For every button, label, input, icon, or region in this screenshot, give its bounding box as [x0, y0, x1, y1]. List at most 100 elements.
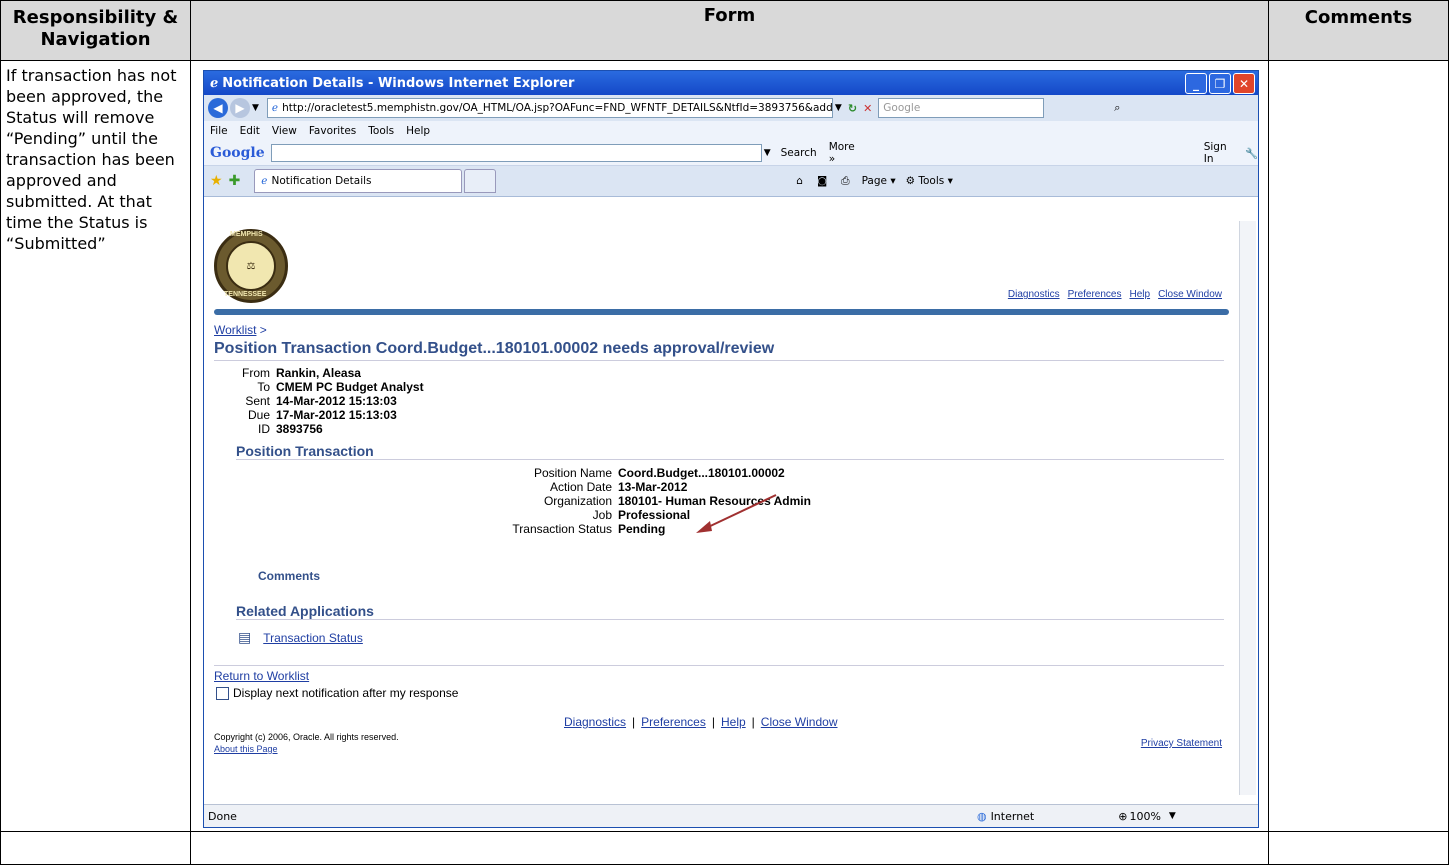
footer-links: Diagnostics | Preferences | Help | Close…: [564, 715, 838, 729]
seal-bottom-text: TENNESSEE: [224, 291, 267, 298]
empty-row-cell-3: [1268, 831, 1449, 865]
return-to-worklist-link[interactable]: Return to Worklist: [214, 669, 309, 683]
footer-link-diagnostics[interactable]: Diagnostics: [564, 715, 626, 729]
notification-fields: From Rankin, Aleasa To CMEM PC Budget Anal…: [214, 366, 424, 436]
page-title: Position Transaction Coord.Budget...1801…: [214, 340, 1224, 361]
new-tab-button[interactable]: [464, 169, 497, 193]
next-notification-label: Display next notification after my respo…: [233, 686, 459, 700]
menu-edit[interactable]: Edit: [240, 125, 260, 137]
top-link-preferences[interactable]: Preferences: [1068, 289, 1122, 300]
top-link-close-window[interactable]: Close Window: [1158, 289, 1222, 300]
header-band: [214, 309, 1229, 315]
status-text: Done: [208, 809, 237, 823]
breadcrumb-sep: >: [259, 323, 267, 337]
menu-view[interactable]: View: [272, 125, 297, 137]
page-menu[interactable]: Page ▾: [862, 175, 896, 187]
pt-position-name: Position Name Coord.Budget...180101.00002: [533, 466, 785, 480]
title-bar: ℯ Notification Details - Windows Interne…: [204, 71, 1258, 95]
google-logo: Google: [210, 145, 265, 161]
menu-help[interactable]: Help: [406, 125, 430, 137]
zoom-level[interactable]: 100%: [1129, 810, 1160, 823]
menu-favorites[interactable]: Favorites: [309, 125, 356, 137]
tools-menu[interactable]: ⚙ Tools ▾: [906, 175, 953, 187]
breadcrumb-worklist[interactable]: Worklist: [214, 323, 256, 337]
window-title: Notification Details - Windows Internet …: [222, 75, 575, 91]
globe-icon: ◍: [976, 809, 987, 823]
footer-sep-1: |: [632, 715, 636, 729]
google-more-button[interactable]: More »: [829, 141, 864, 165]
forward-button[interactable]: ▶: [230, 98, 250, 118]
comments-link[interactable]: Comments: [258, 569, 320, 583]
header-comments: Comments: [1268, 0, 1449, 61]
search-input[interactable]: Google: [878, 98, 1045, 118]
google-search-input[interactable]: [270, 144, 762, 162]
seal-center-icon: ⚖: [226, 241, 276, 291]
back-button[interactable]: ◀: [208, 98, 228, 118]
privacy-statement-link[interactable]: Privacy Statement: [1141, 738, 1222, 749]
related-app-row: ▤ Transaction Status: [238, 629, 363, 646]
empty-row-cell-1: [0, 831, 191, 865]
zone-label: Internet: [990, 809, 1035, 823]
footer-link-preferences[interactable]: Preferences: [641, 715, 706, 729]
print-icon[interactable]: ⎙: [841, 175, 849, 188]
url-dropdown-icon[interactable]: ▼: [835, 103, 842, 113]
favorites-star-icon[interactable]: ★: [210, 173, 223, 189]
address-bar: ◀ ▶ ▼ ℯ http://oracletest5.memphistn.gov/…: [204, 95, 1258, 121]
footer-sep-3: |: [751, 715, 755, 729]
menu-tools[interactable]: Tools: [368, 125, 394, 137]
header-responsibility: Responsibility & Navigation: [0, 0, 191, 61]
refresh-icon[interactable]: ↻: [848, 102, 857, 115]
section-related-applications: Related Applications: [236, 603, 1224, 620]
sign-in-link[interactable]: Sign In: [1204, 141, 1239, 165]
add-favorites-icon[interactable]: ✚: [229, 173, 241, 189]
maximize-button[interactable]: ❐: [1209, 73, 1231, 94]
dropdown-icon[interactable]: ▼: [252, 103, 259, 113]
tab-ie-icon: ℯ: [261, 175, 268, 187]
search-icon[interactable]: ⌕: [1114, 101, 1120, 115]
footer-sep-2: |: [711, 715, 715, 729]
empty-row-cell-2: [190, 831, 1269, 865]
google-toolbar: Google ▼ Search More » Sign In 🔧: [204, 141, 1258, 166]
footer-link-help[interactable]: Help: [721, 715, 746, 729]
zoom-icon[interactable]: ⊕: [1118, 810, 1127, 823]
url-input[interactable]: ℯ http://oracletest5.memphistn.gov/OA_HTM…: [266, 98, 833, 118]
nav-description: If transaction has not been approved, th…: [0, 60, 191, 832]
document-icon: ▤: [238, 629, 252, 645]
wrench-icon[interactable]: 🔧: [1245, 147, 1258, 160]
field-id: ID 3893756: [258, 422, 323, 436]
copyright-text: Copyright (c) 2006, Oracle. All rights r…: [214, 732, 399, 742]
about-page-link[interactable]: About this Page: [214, 744, 278, 754]
section-position-transaction: Position Transaction: [236, 443, 1224, 460]
page-content: ⚖ MEMPHIS TENNESSEE Diagnostics Preferen…: [208, 221, 1238, 795]
comments-cell: [1268, 60, 1449, 832]
next-notification-row: Display next notification after my respo…: [216, 686, 458, 700]
page-icon: ℯ: [271, 102, 279, 114]
stop-icon[interactable]: ✕: [863, 102, 872, 115]
google-dropdown-icon[interactable]: ▼: [764, 148, 771, 158]
menu-bar: File Edit View Favorites Tools Help: [204, 121, 1258, 141]
menu-file[interactable]: File: [210, 125, 228, 137]
top-link-help[interactable]: Help: [1130, 289, 1151, 300]
breadcrumb: Worklist >: [214, 323, 267, 337]
next-notification-checkbox[interactable]: [216, 686, 229, 700]
home-icon[interactable]: ⌂: [796, 175, 803, 187]
transaction-status-link[interactable]: Transaction Status: [263, 631, 363, 645]
zoom-dropdown-icon[interactable]: ▼: [1169, 811, 1176, 821]
feeds-icon[interactable]: ◙: [817, 175, 827, 187]
ie-icon: ℯ: [210, 75, 219, 91]
return-divider: [214, 665, 1224, 666]
status-bar: Done ◍ Internet ⊕ 100% ▼: [204, 804, 1258, 827]
footer-link-close-window[interactable]: Close Window: [761, 715, 838, 729]
tab-bar: ★ ✚ ℯ Notification Details ⌂ ◙ ⎙ Page ▾ ⚙…: [204, 166, 1258, 197]
top-link-diagnostics[interactable]: Diagnostics: [1008, 289, 1060, 300]
top-links: Diagnostics Preferences Help Close Windo…: [1008, 289, 1222, 300]
google-search-button[interactable]: Search: [781, 147, 817, 159]
vertical-scrollbar[interactable]: [1239, 221, 1256, 795]
field-due: Due 17-Mar-2012 15:13:03: [247, 408, 397, 422]
seal-top-text: MEMPHIS: [230, 231, 263, 238]
tab-notification-details[interactable]: ℯ Notification Details: [254, 169, 463, 193]
field-sent: Sent 14-Mar-2012 15:13:03: [245, 394, 397, 408]
field-to: To CMEM PC Budget Analyst: [257, 380, 424, 394]
close-button[interactable]: ✕: [1233, 73, 1255, 94]
minimize-button[interactable]: _: [1185, 73, 1207, 94]
